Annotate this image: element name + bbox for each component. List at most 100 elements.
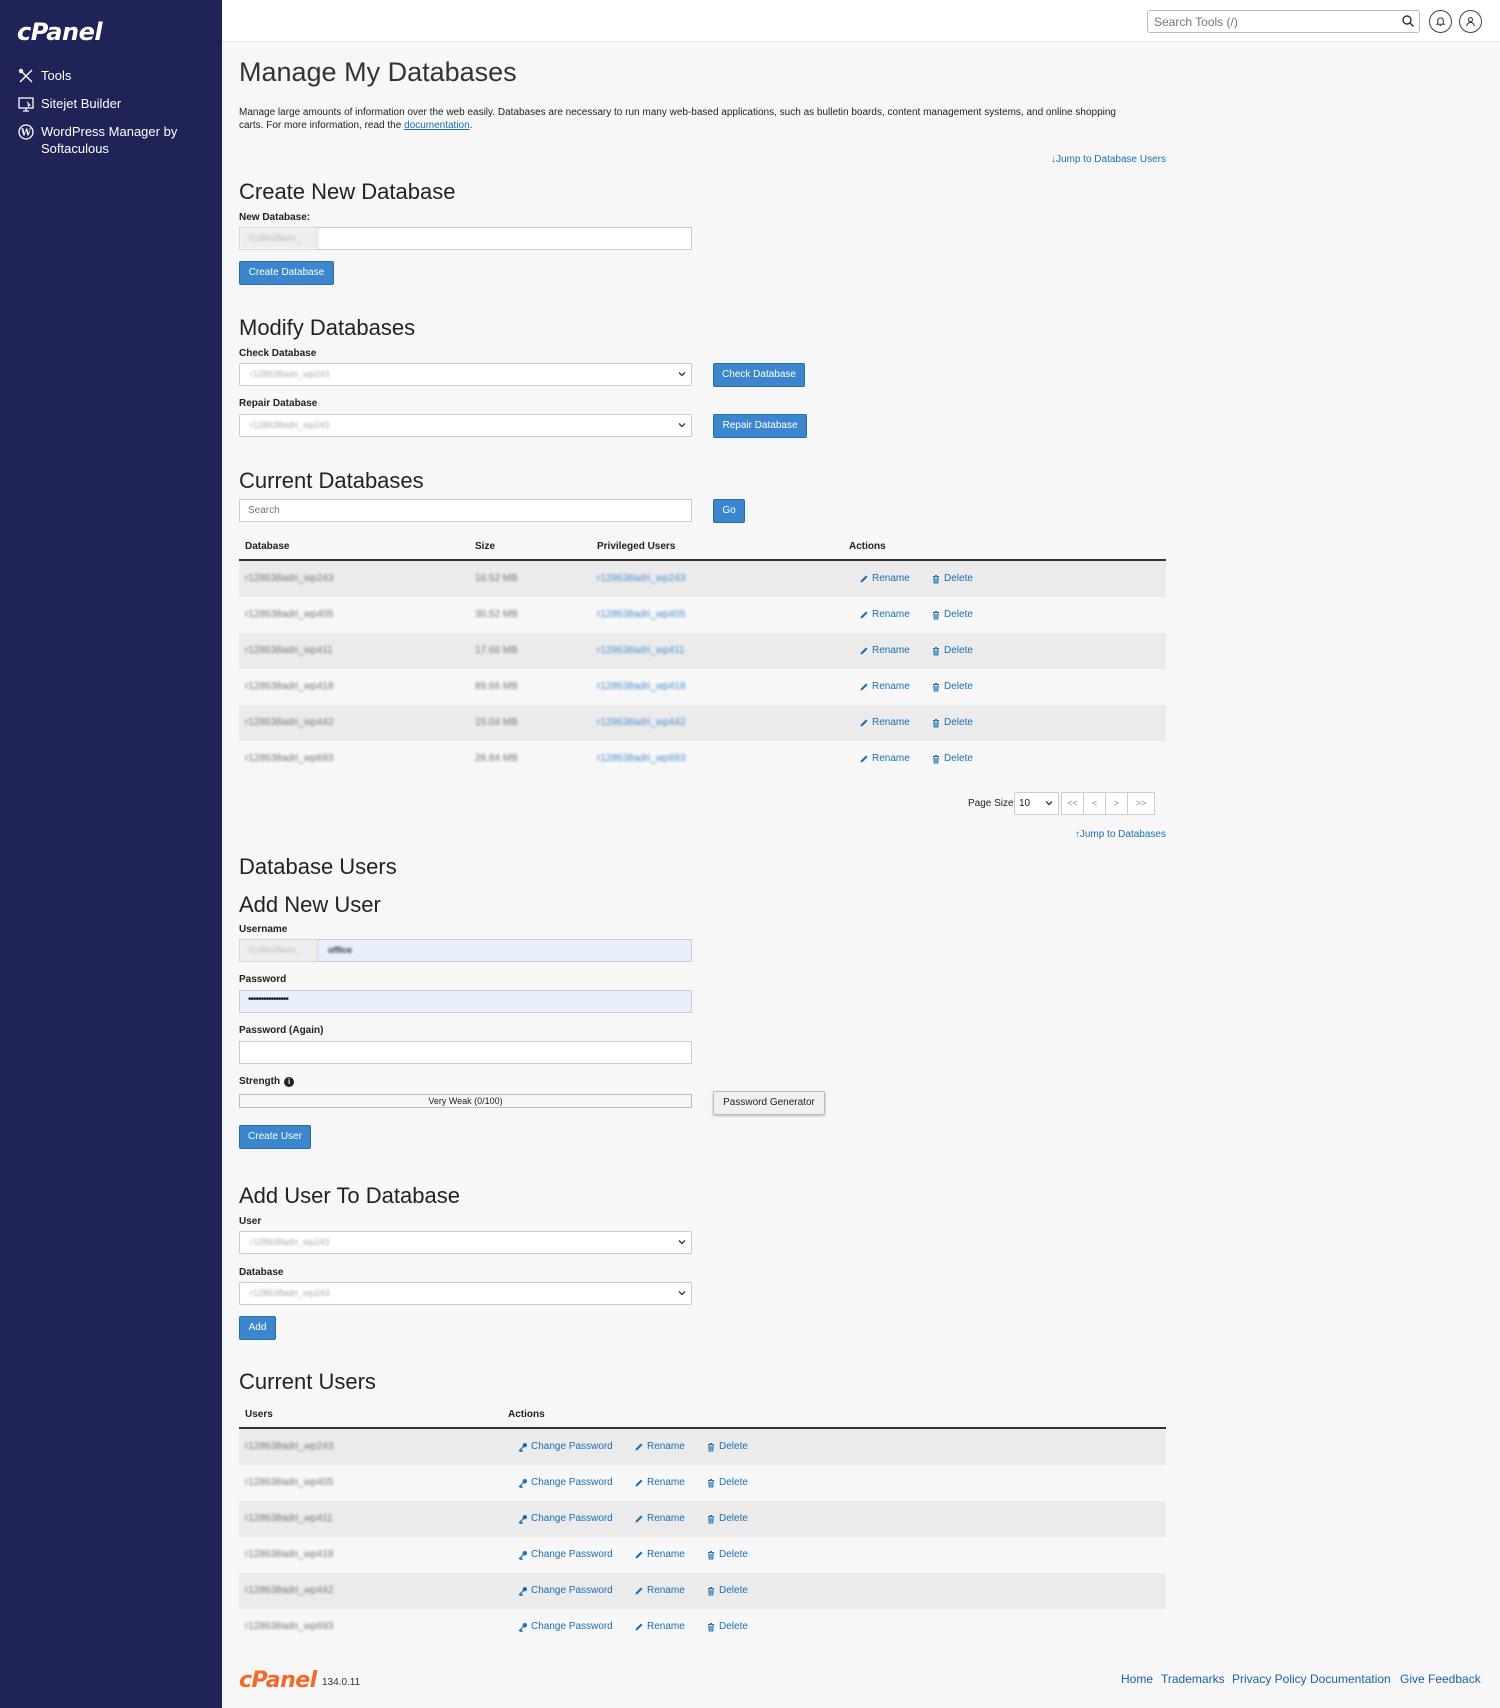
col-user-actions: Actions (508, 1409, 545, 1420)
delete-user-link[interactable]: Delete (706, 1513, 748, 1524)
change-password-link[interactable]: Change Password (518, 1441, 613, 1452)
sidebar: cPanel Tools Sitejet Builder W WordPress… (0, 0, 222, 1708)
user-account-icon[interactable] (1459, 10, 1482, 33)
check-db-select[interactable]: r128638adri_wp243 (239, 363, 692, 386)
username-field[interactable]: r128638adri_ office (239, 939, 692, 962)
privileged-user-link[interactable]: r128638adri_wp442 (597, 717, 685, 728)
trash-icon (933, 646, 939, 655)
footer-link-documentation[interactable]: Documentation (1310, 1672, 1391, 1686)
delete-database-link[interactable]: Delete (931, 645, 973, 656)
delete-database-link[interactable]: Delete (931, 717, 973, 728)
documentation-link[interactable]: documentation (404, 120, 470, 131)
delete-user-link[interactable]: Delete (706, 1621, 748, 1632)
privileged-user-link[interactable]: r128638adri_wp243 (597, 573, 685, 584)
check-database-button[interactable]: Check Database (713, 363, 805, 387)
change-password-link[interactable]: Change Password (518, 1585, 613, 1596)
change-password-link[interactable]: Change Password (518, 1513, 613, 1524)
delete-database-link[interactable]: Delete (931, 681, 973, 692)
rename-user-link[interactable]: Rename (634, 1513, 685, 1524)
rename-user-link[interactable]: Rename (634, 1441, 685, 1452)
database-size: 17.66 MB (475, 645, 518, 656)
rename-user-link-label: Rename (647, 1477, 685, 1488)
sidebar-item-sitejet[interactable]: Sitejet Builder (17, 95, 121, 113)
database-size: 28.84 MB (475, 753, 518, 764)
delete-user-link-label: Delete (719, 1441, 748, 1452)
key-icon (518, 1550, 527, 1560)
rename-database-link[interactable]: Rename (859, 609, 910, 620)
password-field[interactable]: •••••••••••••••• (239, 990, 692, 1013)
jump-to-databases-link[interactable]: ↑Jump to Databases (1075, 829, 1166, 840)
col-actions: Actions (849, 541, 886, 552)
footer-link-give-feedback[interactable]: Give Feedback (1400, 1672, 1481, 1686)
notifications-bell-icon[interactable] (1429, 10, 1452, 33)
change-password-link[interactable]: Change Password (518, 1477, 613, 1488)
delete-database-link[interactable]: Delete (931, 573, 973, 584)
privileged-user-link[interactable]: r128638adri_wp418 (597, 681, 685, 692)
delete-user-link[interactable]: Delete (706, 1585, 748, 1596)
sidebar-item-tools[interactable]: Tools (17, 67, 71, 85)
user-name: r128638adri_wp418 (245, 1549, 334, 1560)
footer-link-privacy-policy[interactable]: Privacy Policy (1232, 1672, 1307, 1686)
pagination: << < > >> (1061, 792, 1167, 815)
jump-to-users-link[interactable]: ↓Jump to Database Users (1051, 154, 1166, 165)
rename-user-link[interactable]: Rename (634, 1621, 685, 1632)
first-page-button[interactable]: << (1061, 792, 1084, 815)
new-database-field[interactable]: r128638adri_ (239, 227, 692, 250)
next-page-button[interactable]: > (1105, 792, 1128, 815)
cpanel-logo[interactable]: cPanel (17, 18, 103, 46)
rename-database-link[interactable]: Rename (859, 753, 910, 764)
page-size-select[interactable]: 10 (1014, 792, 1059, 815)
last-page-button[interactable]: >> (1127, 792, 1155, 815)
footer-link-home[interactable]: Home (1121, 1672, 1153, 1686)
col-privileged-users[interactable]: Privileged Users (597, 541, 675, 552)
rename-database-link[interactable]: Rename (859, 681, 910, 692)
key-icon (518, 1622, 527, 1632)
change-password-link[interactable]: Change Password (518, 1621, 613, 1632)
privileged-user-link[interactable]: r128638adri_wp405 (597, 609, 685, 620)
privileged-user-link[interactable]: r128638adri_wp693 (597, 753, 685, 764)
add-user-heading: Add New User (239, 892, 381, 917)
repair-db-select[interactable]: r128638adri_wp243 (239, 414, 692, 437)
col-size[interactable]: Size (475, 541, 495, 552)
rename-database-link-label: Rename (872, 609, 910, 620)
rename-user-link[interactable]: Rename (634, 1585, 685, 1596)
create-user-button[interactable]: Create User (239, 1125, 311, 1149)
sidebar-item-wordpress[interactable]: W WordPress Manager by Softaculous (17, 123, 177, 157)
repair-database-button[interactable]: Repair Database (713, 414, 807, 438)
sidebar-item-label: Tools (41, 68, 72, 83)
create-database-button[interactable]: Create Database (239, 261, 334, 285)
prev-page-button[interactable]: < (1083, 792, 1106, 815)
go-button[interactable]: Go (713, 499, 745, 523)
user-select[interactable]: r128638adri_wp243 (239, 1231, 692, 1254)
privileged-user-link[interactable]: r128638adri_wp411 (597, 645, 685, 656)
delete-database-link[interactable]: Delete (931, 609, 973, 620)
search-icon[interactable] (1401, 14, 1415, 28)
change-password-link-label: Change Password (531, 1585, 613, 1596)
delete-user-link[interactable]: Delete (706, 1549, 748, 1560)
col-users[interactable]: Users (245, 1409, 273, 1420)
rename-database-link[interactable]: Rename (859, 573, 910, 584)
rename-user-link[interactable]: Rename (634, 1549, 685, 1560)
search-tools-input[interactable] (1147, 10, 1420, 33)
chevron-down-icon (678, 1291, 686, 1296)
password-again-field[interactable] (239, 1041, 692, 1064)
database-select[interactable]: r128638adri_wp243 (239, 1282, 692, 1305)
rename-user-link[interactable]: Rename (634, 1477, 685, 1488)
password-again-label: Password (Again) (239, 1025, 324, 1036)
password-generator-button[interactable]: Password Generator (713, 1091, 825, 1115)
rename-database-link[interactable]: Rename (859, 717, 910, 728)
delete-database-link[interactable]: Delete (931, 753, 973, 764)
trash-icon (933, 682, 939, 691)
username-prefix: r128638adri_ (240, 940, 318, 961)
table-row: r128638adri_wp418 Change Password Rename De… (239, 1537, 1166, 1573)
change-password-link[interactable]: Change Password (518, 1549, 613, 1560)
add-user-to-db-button[interactable]: Add (239, 1316, 276, 1340)
col-database[interactable]: Database (245, 541, 289, 552)
delete-user-link[interactable]: Delete (706, 1477, 748, 1488)
delete-user-link[interactable]: Delete (706, 1441, 748, 1452)
footer-link-trademarks[interactable]: Trademarks (1161, 1672, 1225, 1686)
info-icon[interactable]: i (284, 1076, 295, 1087)
rename-database-link[interactable]: Rename (859, 645, 910, 656)
pencil-icon (860, 683, 868, 690)
db-search-input[interactable] (239, 499, 692, 522)
